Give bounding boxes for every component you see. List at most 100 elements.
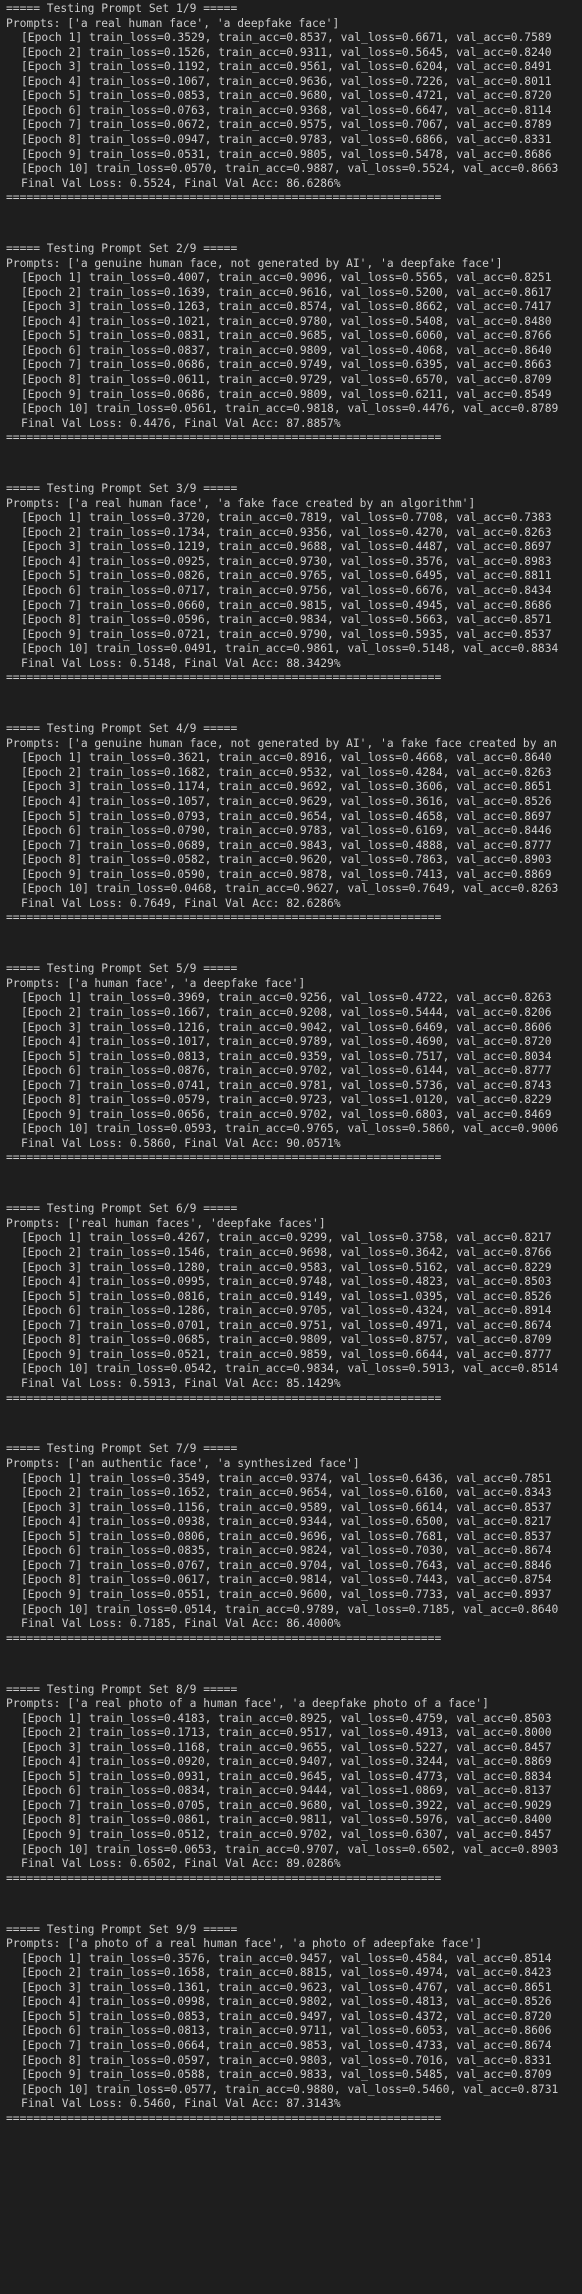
epoch-line: [Epoch 9] train_loss=0.0686, train_acc=0… xyxy=(21,387,552,401)
separator-rule: ========================================… xyxy=(6,1631,442,1645)
epoch-line: [Epoch 4] train_loss=0.0995, train_acc=0… xyxy=(21,1275,552,1289)
prompts-line: Prompts: ['a real photo of a human face'… xyxy=(6,1697,489,1711)
epoch-line: [Epoch 10] train_loss=0.0577, train_acc=… xyxy=(21,2082,559,2096)
epoch-line: [Epoch 10] train_loss=0.0653, train_acc=… xyxy=(21,1842,559,1856)
epoch-line: [Epoch 3] train_loss=0.1263, train_acc=0… xyxy=(21,300,552,314)
epoch-line: [Epoch 2] train_loss=0.1652, train_acc=0… xyxy=(21,1486,552,1500)
separator-rule: ========================================… xyxy=(6,911,442,925)
final-result: Final Val Loss: 0.6502, Final Val Acc: 8… xyxy=(21,1857,341,1871)
prompts-line: Prompts: ['a real human face', 'a fake f… xyxy=(6,496,476,510)
separator-rule: ========================================… xyxy=(6,2111,442,2125)
epoch-line: [Epoch 3] train_loss=0.1361, train_acc=0… xyxy=(21,1980,552,1994)
epoch-line: [Epoch 5] train_loss=0.0806, train_acc=0… xyxy=(21,1529,552,1543)
set-header: ===== Testing Prompt Set 1/9 ===== xyxy=(6,2,238,15)
epoch-line: [Epoch 7] train_loss=0.0701, train_acc=0… xyxy=(21,1318,552,1332)
epoch-line: [Epoch 4] train_loss=0.1021, train_acc=0… xyxy=(21,314,552,328)
prompts-line: Prompts: ['a human face', 'a deepfake fa… xyxy=(6,976,306,990)
epoch-line: [Epoch 1] train_loss=0.4267, train_acc=0… xyxy=(21,1231,552,1245)
epoch-line: [Epoch 10] train_loss=0.0491, train_acc=… xyxy=(21,642,559,656)
epoch-line: [Epoch 7] train_loss=0.0705, train_acc=0… xyxy=(21,1798,552,1812)
epoch-line: [Epoch 8] train_loss=0.0861, train_acc=0… xyxy=(21,1813,552,1827)
epoch-line: [Epoch 5] train_loss=0.0831, train_acc=0… xyxy=(21,329,552,343)
epoch-line: [Epoch 8] train_loss=0.0617, train_acc=0… xyxy=(21,1573,552,1587)
epoch-line: [Epoch 6] train_loss=0.0835, train_acc=0… xyxy=(21,1544,552,1558)
epoch-line: [Epoch 8] train_loss=0.0685, train_acc=0… xyxy=(21,1333,552,1347)
epoch-line: [Epoch 9] train_loss=0.0721, train_acc=0… xyxy=(21,627,552,641)
final-result: Final Val Loss: 0.7185, Final Val Acc: 8… xyxy=(21,1617,341,1631)
set-header: ===== Testing Prompt Set 6/9 ===== xyxy=(6,1202,238,1216)
prompts-line: Prompts: ['real human faces', 'deepfake … xyxy=(6,1216,326,1230)
epoch-line: [Epoch 4] train_loss=0.1057, train_acc=0… xyxy=(21,794,552,808)
epoch-line: [Epoch 7] train_loss=0.0689, train_acc=0… xyxy=(21,838,552,852)
epoch-line: [Epoch 2] train_loss=0.1658, train_acc=0… xyxy=(21,1966,552,1980)
epoch-line: [Epoch 8] train_loss=0.0947, train_acc=0… xyxy=(21,132,552,146)
epoch-line: [Epoch 6] train_loss=0.0837, train_acc=0… xyxy=(21,343,552,357)
terminal-output: ===== Testing Prompt Set 1/9 ===== Prompt… xyxy=(0,0,582,2294)
epoch-line: [Epoch 7] train_loss=0.0664, train_acc=0… xyxy=(21,2039,552,2052)
epoch-line: [Epoch 5] train_loss=0.0826, train_acc=0… xyxy=(21,569,552,583)
epoch-line: [Epoch 5] train_loss=0.0931, train_acc=0… xyxy=(21,1769,552,1783)
final-result: Final Val Loss: 0.4476, Final Val Acc: 8… xyxy=(21,416,341,430)
epoch-line: [Epoch 3] train_loss=0.1174, train_acc=0… xyxy=(21,780,552,794)
epoch-line: [Epoch 6] train_loss=0.0813, train_acc=0… xyxy=(21,2024,552,2038)
epoch-line: [Epoch 1] train_loss=0.4183, train_acc=0… xyxy=(21,1711,552,1725)
epoch-line: [Epoch 6] train_loss=0.0790, train_acc=0… xyxy=(21,824,552,838)
epoch-line: [Epoch 9] train_loss=0.0551, train_acc=0… xyxy=(21,1587,552,1601)
prompts-line: Prompts: ['a genuine human face, not gen… xyxy=(6,736,557,750)
set-header: ===== Testing Prompt Set 8/9 ===== xyxy=(6,1682,238,1696)
epoch-line: [Epoch 3] train_loss=0.1192, train_acc=0… xyxy=(21,60,552,74)
epoch-line: [Epoch 7] train_loss=0.0672, train_acc=0… xyxy=(21,118,552,132)
epoch-line: [Epoch 8] train_loss=0.0582, train_acc=0… xyxy=(21,853,552,867)
set-header: ===== Testing Prompt Set 3/9 ===== xyxy=(6,482,238,496)
epoch-line: [Epoch 8] train_loss=0.0596, train_acc=0… xyxy=(21,613,552,627)
epoch-line: [Epoch 8] train_loss=0.0611, train_acc=0… xyxy=(21,373,552,387)
epoch-line: [Epoch 7] train_loss=0.0741, train_acc=0… xyxy=(21,1078,552,1092)
epoch-line: [Epoch 6] train_loss=0.0763, train_acc=0… xyxy=(21,103,552,117)
final-result: Final Val Loss: 0.5460, Final Val Acc: 8… xyxy=(21,2097,341,2111)
epoch-line: [Epoch 4] train_loss=0.1017, train_acc=0… xyxy=(21,1035,552,1049)
set-header: ===== Testing Prompt Set 5/9 ===== xyxy=(6,962,238,976)
epoch-line: [Epoch 9] train_loss=0.0512, train_acc=0… xyxy=(21,1828,552,1842)
epoch-line: [Epoch 2] train_loss=0.1682, train_acc=0… xyxy=(21,765,552,779)
epoch-line: [Epoch 1] train_loss=0.3969, train_acc=0… xyxy=(21,991,552,1005)
set-header: ===== Testing Prompt Set 4/9 ===== xyxy=(6,722,238,736)
epoch-line: [Epoch 2] train_loss=0.1667, train_acc=0… xyxy=(21,1005,552,1019)
epoch-line: [Epoch 10] train_loss=0.0570, train_acc=… xyxy=(21,162,559,176)
epoch-line: [Epoch 6] train_loss=0.0717, train_acc=0… xyxy=(21,584,552,597)
epoch-line: [Epoch 9] train_loss=0.0590, train_acc=0… xyxy=(21,867,552,881)
prompts-line: Prompts: ['an authentic face', 'a synthe… xyxy=(6,1457,360,1470)
epoch-line: [Epoch 9] train_loss=0.0531, train_acc=0… xyxy=(21,147,552,161)
epoch-line: [Epoch 3] train_loss=0.1216, train_acc=0… xyxy=(21,1020,552,1034)
epoch-line: [Epoch 6] train_loss=0.0876, train_acc=0… xyxy=(21,1064,552,1078)
epoch-line: [Epoch 5] train_loss=0.0816, train_acc=0… xyxy=(21,1289,552,1303)
epoch-line: [Epoch 5] train_loss=0.0853, train_acc=0… xyxy=(21,2009,552,2023)
epoch-line: [Epoch 3] train_loss=0.1280, train_acc=0… xyxy=(21,1260,552,1274)
epoch-line: [Epoch 8] train_loss=0.0579, train_acc=0… xyxy=(21,1093,552,1107)
epoch-line: [Epoch 9] train_loss=0.0588, train_acc=0… xyxy=(21,2068,552,2082)
epoch-line: [Epoch 8] train_loss=0.0597, train_acc=0… xyxy=(21,2053,552,2067)
epoch-line: [Epoch 9] train_loss=0.0521, train_acc=0… xyxy=(21,1347,552,1361)
prompts-line: Prompts: ['a real human face', 'a deepfa… xyxy=(6,16,340,30)
epoch-line: [Epoch 3] train_loss=0.1168, train_acc=0… xyxy=(21,1740,552,1754)
epoch-line: [Epoch 2] train_loss=0.1526, train_acc=0… xyxy=(21,45,552,59)
final-result: Final Val Loss: 0.7649, Final Val Acc: 8… xyxy=(21,896,341,910)
epoch-line: [Epoch 6] train_loss=0.1286, train_acc=0… xyxy=(21,1304,552,1318)
epoch-line: [Epoch 1] train_loss=0.3549, train_acc=0… xyxy=(21,1471,552,1485)
epoch-line: [Epoch 7] train_loss=0.0686, train_acc=0… xyxy=(21,358,552,372)
epoch-line: [Epoch 5] train_loss=0.0853, train_acc=0… xyxy=(21,89,552,103)
final-result: Final Val Loss: 0.5524, Final Val Acc: 8… xyxy=(21,176,341,190)
epoch-line: [Epoch 4] train_loss=0.0925, train_acc=0… xyxy=(21,554,552,568)
separator-rule: ========================================… xyxy=(6,1151,442,1165)
epoch-line: [Epoch 7] train_loss=0.0767, train_acc=0… xyxy=(21,1558,552,1572)
separator-rule: ========================================… xyxy=(6,191,442,205)
separator-rule: ========================================… xyxy=(6,1391,442,1405)
epoch-line: [Epoch 1] train_loss=0.3720, train_acc=0… xyxy=(21,511,552,525)
separator-rule: ========================================… xyxy=(6,431,442,445)
epoch-line: [Epoch 5] train_loss=0.0813, train_acc=0… xyxy=(21,1049,552,1063)
epoch-line: [Epoch 3] train_loss=0.1156, train_acc=0… xyxy=(21,1500,552,1514)
epoch-line: [Epoch 10] train_loss=0.0561, train_acc=… xyxy=(21,402,559,416)
epoch-line: [Epoch 2] train_loss=0.1546, train_acc=0… xyxy=(21,1246,552,1260)
epoch-line: [Epoch 4] train_loss=0.0998, train_acc=0… xyxy=(21,1995,552,2009)
set-header: ===== Testing Prompt Set 7/9 ===== xyxy=(6,1442,238,1456)
separator-rule: ========================================… xyxy=(6,671,442,685)
